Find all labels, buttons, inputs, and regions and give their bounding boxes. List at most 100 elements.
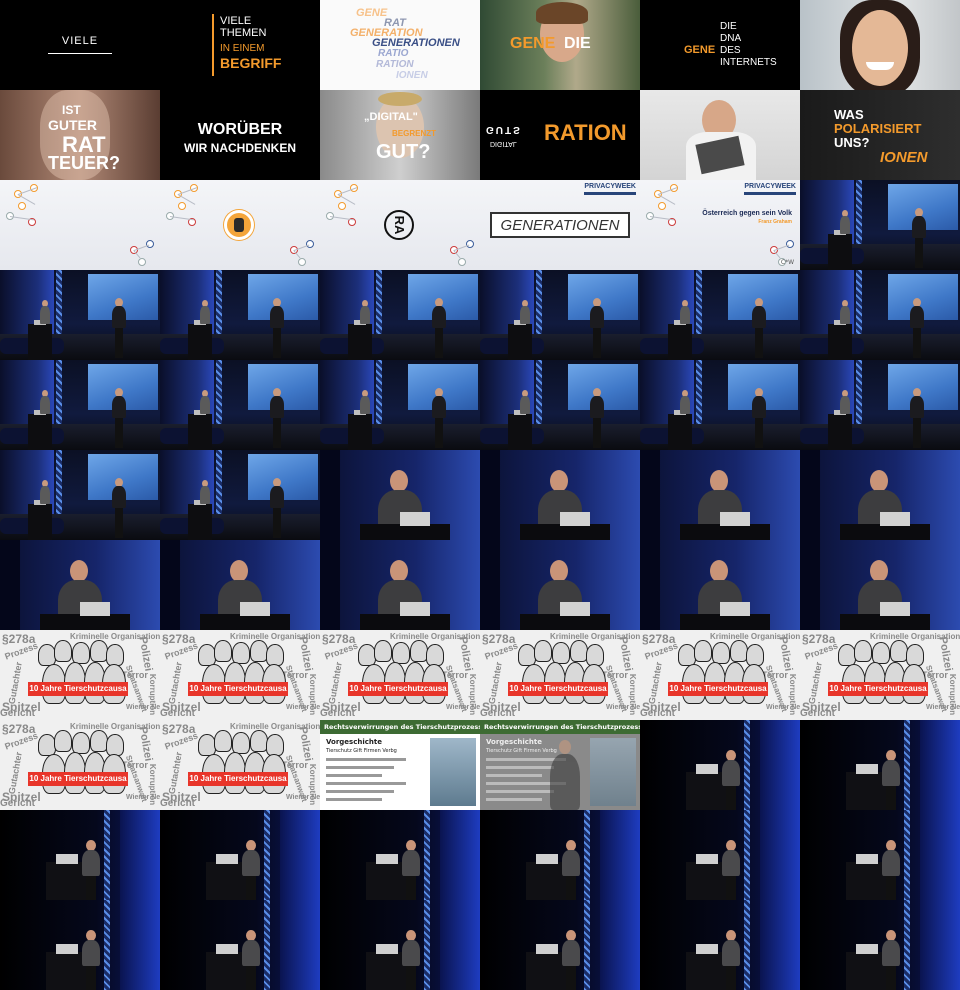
laptop — [696, 764, 718, 774]
tierschutz-slide: §278a Prozess Kriminelle Organisation Poliz… — [0, 630, 160, 720]
collage-word: Gutachter — [646, 661, 664, 705]
stage-photo — [160, 360, 320, 450]
lectern — [680, 524, 770, 540]
pw-logo: PRIVACYWEEK — [744, 183, 796, 190]
collage-word: Gericht — [800, 708, 836, 719]
stage-photo — [480, 360, 640, 450]
stage-dark-photo — [800, 720, 960, 810]
police-group-illustration — [518, 640, 606, 716]
collage-word: Wiener Neustadt — [606, 704, 640, 711]
lectern — [828, 414, 852, 450]
light-truss — [584, 810, 590, 900]
stage-photo — [640, 270, 800, 360]
light-truss — [904, 810, 910, 900]
police-figure — [374, 640, 392, 662]
stage-photo — [320, 360, 480, 450]
stage-photo — [800, 360, 960, 450]
moderator-figure — [520, 390, 530, 414]
photo-word-left: GENE — [510, 35, 556, 52]
title-line-4: BEGRIFF — [220, 55, 282, 71]
moderator-figure — [40, 480, 50, 504]
collage-word: Gericht — [0, 708, 36, 719]
police-figure — [54, 730, 72, 752]
collage-word: Polizei — [616, 635, 635, 673]
laptop — [560, 512, 590, 526]
lectern — [188, 414, 212, 450]
police-figure — [906, 644, 924, 666]
speaker-figure — [402, 840, 420, 900]
flipped-digital: DIGITAL — [490, 140, 517, 147]
stage-dark-photo — [800, 810, 960, 900]
photo-slide-gene-die: GENE DIE — [480, 0, 640, 90]
lectern — [840, 614, 930, 630]
collage-word: Gutachter — [166, 661, 184, 705]
light-truss — [104, 900, 110, 990]
collage-word: Gutachter — [6, 661, 24, 705]
network-edge — [169, 216, 194, 221]
lectern — [200, 614, 290, 630]
police-figure — [426, 644, 444, 666]
stage-dark-photo — [160, 810, 320, 900]
police-figure — [232, 732, 250, 754]
light-truss — [584, 900, 590, 990]
lectern — [520, 614, 610, 630]
tierschutz-slide: §278a Prozess Kriminelle Organisation Poliz… — [160, 720, 320, 810]
slide-title-bar: Rechtsverwirrungen des Tierschutzprozess… — [320, 720, 480, 734]
laptop — [376, 854, 398, 864]
moderator-figure — [680, 390, 690, 414]
laptop — [696, 944, 718, 954]
bullet-line — [326, 798, 382, 801]
speaker-figure — [590, 298, 604, 360]
network-node — [338, 202, 346, 210]
police-figure — [72, 642, 90, 664]
tierschutz-slide: §278a Prozess Kriminelle Organisation Poliz… — [480, 630, 640, 720]
light-truss — [904, 720, 910, 810]
woruber: WORÜBER — [197, 121, 283, 138]
was: WAS — [834, 107, 864, 122]
police-figure — [586, 644, 604, 666]
police-figure — [854, 640, 872, 662]
police-figure — [232, 642, 250, 664]
photo-word-right: DIE — [564, 35, 591, 52]
speaker-figure — [882, 750, 900, 810]
bullet-line — [486, 790, 554, 793]
light-truss — [744, 810, 750, 900]
stage-photo — [640, 360, 800, 450]
digital: „DIGITAL" — [364, 111, 418, 123]
dna-internets: INTERNETS — [720, 57, 777, 68]
tierschutz-banner: 10 Jahre Tierschutzcausa — [508, 682, 608, 696]
moderator-figure — [360, 390, 370, 414]
light-truss — [744, 900, 750, 990]
lectern — [840, 524, 930, 540]
police-figure — [266, 644, 284, 666]
network-node — [138, 258, 146, 266]
stage-photo — [800, 180, 960, 270]
speaker-figure — [722, 840, 740, 900]
moderator-figure — [680, 300, 690, 324]
network-node — [458, 258, 466, 266]
police-figure — [746, 644, 764, 666]
speaker-figure — [112, 388, 126, 450]
speaker-figure — [910, 388, 924, 450]
speaker-closeup-photo — [800, 540, 960, 630]
tierschutz-banner: 10 Jahre Tierschutzcausa — [188, 682, 288, 696]
moderator-figure — [200, 300, 210, 324]
collage-word: Wiener Neustadt — [286, 794, 320, 801]
slide-generationen-box: PRIVACYWEEK GENERATIONEN — [480, 180, 640, 270]
moderator-figure — [40, 300, 50, 324]
slide-subtitle-2: Tierschutz Gift Firmen Verbg — [486, 748, 557, 754]
laptop — [536, 944, 558, 954]
collage-word: Polizei — [936, 635, 955, 673]
laptop — [56, 944, 78, 954]
lectern — [28, 414, 52, 450]
speaker-closeup-photo — [800, 450, 960, 540]
moderator-figure — [360, 300, 370, 324]
speaker-figure — [270, 388, 284, 450]
collage-word: Gutachter — [486, 661, 504, 705]
speaker-closeup-photo — [320, 540, 480, 630]
slide-network-empty — [0, 180, 160, 270]
bullet-line — [486, 798, 542, 801]
collage-word: Polizei — [136, 725, 155, 763]
hair-shape — [378, 92, 422, 106]
title-slide-was-polarisiert: WAS POLARISIERT UNS? IONEN — [800, 90, 960, 180]
